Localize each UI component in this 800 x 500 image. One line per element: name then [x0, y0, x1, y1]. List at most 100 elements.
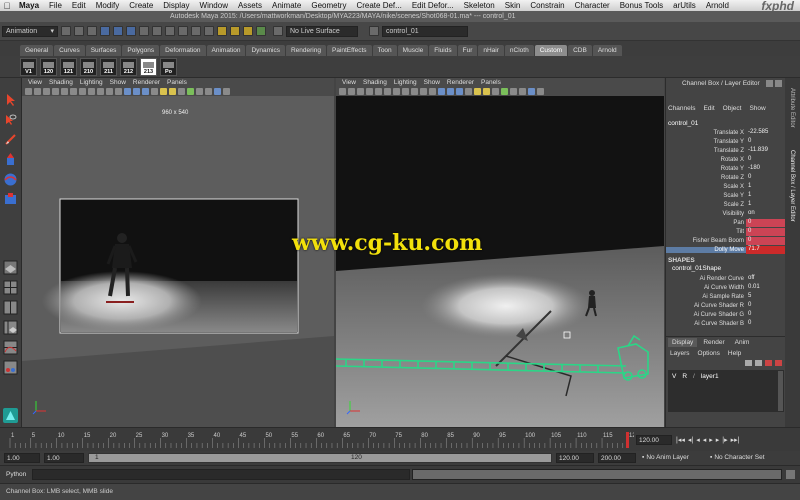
- command-language-label[interactable]: Python: [6, 471, 26, 478]
- ipr-render-icon[interactable]: [230, 26, 240, 36]
- go-to-start-icon[interactable]: |◂◂: [676, 436, 685, 444]
- vp-right-menu-lighting[interactable]: Lighting: [394, 79, 417, 86]
- layer-name[interactable]: layer1: [701, 373, 719, 380]
- shelf-tab-fur[interactable]: Fur: [457, 45, 478, 56]
- shape-channel-row[interactable]: Ai Render Curve off: [666, 274, 785, 283]
- gate-mask-icon[interactable]: [88, 88, 95, 95]
- current-time-indicator[interactable]: [626, 432, 629, 448]
- shelf-tab-surfaces[interactable]: Surfaces: [85, 45, 122, 56]
- shelf-tab-animation[interactable]: Animation: [206, 45, 246, 56]
- move-layer-down-icon[interactable]: [755, 360, 762, 366]
- channel-value-field[interactable]: -180: [746, 165, 785, 173]
- vp-left-menu-lighting[interactable]: Lighting: [80, 79, 103, 86]
- vp-left-menu-shading[interactable]: Shading: [49, 79, 73, 86]
- channel-label[interactable]: Translate Z: [666, 148, 746, 154]
- layer-tab-render[interactable]: Render: [699, 338, 728, 347]
- shelf-tab-cdb[interactable]: CDB: [568, 45, 592, 56]
- grid-icon[interactable]: [61, 88, 68, 95]
- mask-icon[interactable]: [139, 26, 149, 36]
- isolate-select-icon[interactable]: [187, 88, 194, 95]
- shape-channel-value-field[interactable]: 0: [746, 311, 785, 319]
- shape-name[interactable]: control_01Shape: [666, 264, 785, 274]
- channel-value-field[interactable]: 0: [746, 236, 785, 245]
- snap-curve-icon[interactable]: [165, 26, 175, 36]
- vp-right-menu-shading[interactable]: Shading: [363, 79, 387, 86]
- menu-constrain[interactable]: Constrain: [525, 1, 569, 10]
- film-gate-icon[interactable]: [384, 88, 391, 95]
- shelf-tab-polygons[interactable]: Polygons: [122, 45, 160, 56]
- shape-channel-label[interactable]: Ai Curve Width: [666, 285, 746, 291]
- shape-channel-label[interactable]: Ai Render Curve: [666, 276, 746, 282]
- character-set-selector[interactable]: ▪ No Character Set: [710, 454, 765, 461]
- dof-icon[interactable]: [537, 88, 544, 95]
- ao-icon[interactable]: [196, 88, 203, 95]
- menu-bonus-tools[interactable]: Bonus Tools: [615, 1, 668, 10]
- cb-menu-show[interactable]: Show: [749, 105, 765, 114]
- camera-select-icon[interactable]: [25, 88, 32, 95]
- shelf-tab-custom[interactable]: Custom: [534, 45, 568, 56]
- playback-start-field[interactable]: 1.00: [44, 453, 84, 463]
- channel-value-field[interactable]: 1: [746, 183, 785, 191]
- vp-right-menu-panels[interactable]: Panels: [481, 79, 501, 86]
- paint-select-icon[interactable]: [3, 132, 18, 147]
- script-editor-icon[interactable]: [786, 470, 795, 479]
- ao-icon[interactable]: [510, 88, 517, 95]
- menu-maya[interactable]: Maya: [14, 1, 44, 10]
- render-icon[interactable]: [217, 26, 227, 36]
- shape-channel-value-field[interactable]: 5: [746, 293, 785, 301]
- menu-skeleton[interactable]: Skeleton: [459, 1, 500, 10]
- vp-left-menu-renderer[interactable]: Renderer: [133, 79, 160, 86]
- shape-channel-row[interactable]: Ai Curve Shader R0: [666, 301, 785, 310]
- antialias-icon[interactable]: [214, 88, 221, 95]
- step-forward-frame-icon[interactable]: ▸: [716, 436, 720, 444]
- shelf-button-211[interactable]: 211: [100, 57, 117, 76]
- history-icon[interactable]: [204, 26, 214, 36]
- layer-color-swatch[interactable]: /: [693, 373, 695, 380]
- live-surface-field[interactable]: No Live Surface: [286, 25, 358, 37]
- layout-hypershade-icon[interactable]: [3, 360, 18, 375]
- safe-action-icon[interactable]: [420, 88, 427, 95]
- layer-menu-options[interactable]: Options: [698, 350, 720, 357]
- layout-persp-outliner-icon[interactable]: [3, 320, 18, 335]
- wireframe-icon[interactable]: [124, 88, 131, 95]
- shelf-tab-curves[interactable]: Curves: [54, 45, 85, 56]
- layout-four-icon[interactable]: [3, 280, 18, 295]
- lights-icon[interactable]: [160, 88, 167, 95]
- menu-window[interactable]: Window: [195, 1, 233, 10]
- hypershade-render-icon[interactable]: [3, 408, 18, 423]
- channel-value-field[interactable]: 0: [746, 227, 785, 236]
- shelf-tab-ncloth[interactable]: nCloth: [504, 45, 534, 56]
- channel-value-field[interactable]: 1: [746, 192, 785, 200]
- cb-menu-edit[interactable]: Edit: [703, 105, 714, 114]
- render-settings-icon[interactable]: [243, 26, 253, 36]
- shelf-tab-fluids[interactable]: Fluids: [429, 45, 457, 56]
- image-plane-icon[interactable]: [52, 88, 59, 95]
- save-scene-icon[interactable]: [87, 26, 97, 36]
- channel-label[interactable]: Scale Y: [666, 193, 746, 199]
- vp-right-menu-show[interactable]: Show: [424, 79, 440, 86]
- camera-select-icon[interactable]: [339, 88, 346, 95]
- menu-display[interactable]: Display: [158, 1, 194, 10]
- menu-assets[interactable]: Assets: [233, 1, 267, 10]
- shelf-tab-general[interactable]: General: [20, 45, 54, 56]
- object-name-field[interactable]: control_01: [382, 25, 468, 37]
- channel-row[interactable]: Visibility on: [666, 209, 785, 218]
- shelf-tab-rendering[interactable]: Rendering: [285, 45, 326, 56]
- shape-channel-value-field[interactable]: 0.01: [746, 284, 785, 292]
- channel-row[interactable]: Rotate Y -180: [666, 164, 785, 173]
- snap-point-icon[interactable]: [178, 26, 188, 36]
- shelf-tab-toon[interactable]: Toon: [372, 45, 397, 56]
- layout-two-side-icon[interactable]: [3, 300, 18, 315]
- menu-arutils[interactable]: arUtils: [668, 1, 701, 10]
- go-to-end-icon[interactable]: ▸▸|: [731, 436, 740, 444]
- channel-label[interactable]: Translate X: [666, 130, 746, 136]
- wireframe-on-shaded-icon[interactable]: [456, 88, 463, 95]
- shelf-tab-deformation[interactable]: Deformation: [160, 45, 206, 56]
- menu-animate[interactable]: Animate: [267, 1, 306, 10]
- gate-mask-icon[interactable]: [402, 88, 409, 95]
- channel-label[interactable]: Scale Z: [666, 202, 746, 208]
- layer-menu-layers[interactable]: Layers: [670, 350, 690, 357]
- channel-row[interactable]: Scale X1: [666, 182, 785, 191]
- current-frame-field[interactable]: 120.00: [636, 435, 672, 445]
- layer-tab-display[interactable]: Display: [668, 338, 698, 347]
